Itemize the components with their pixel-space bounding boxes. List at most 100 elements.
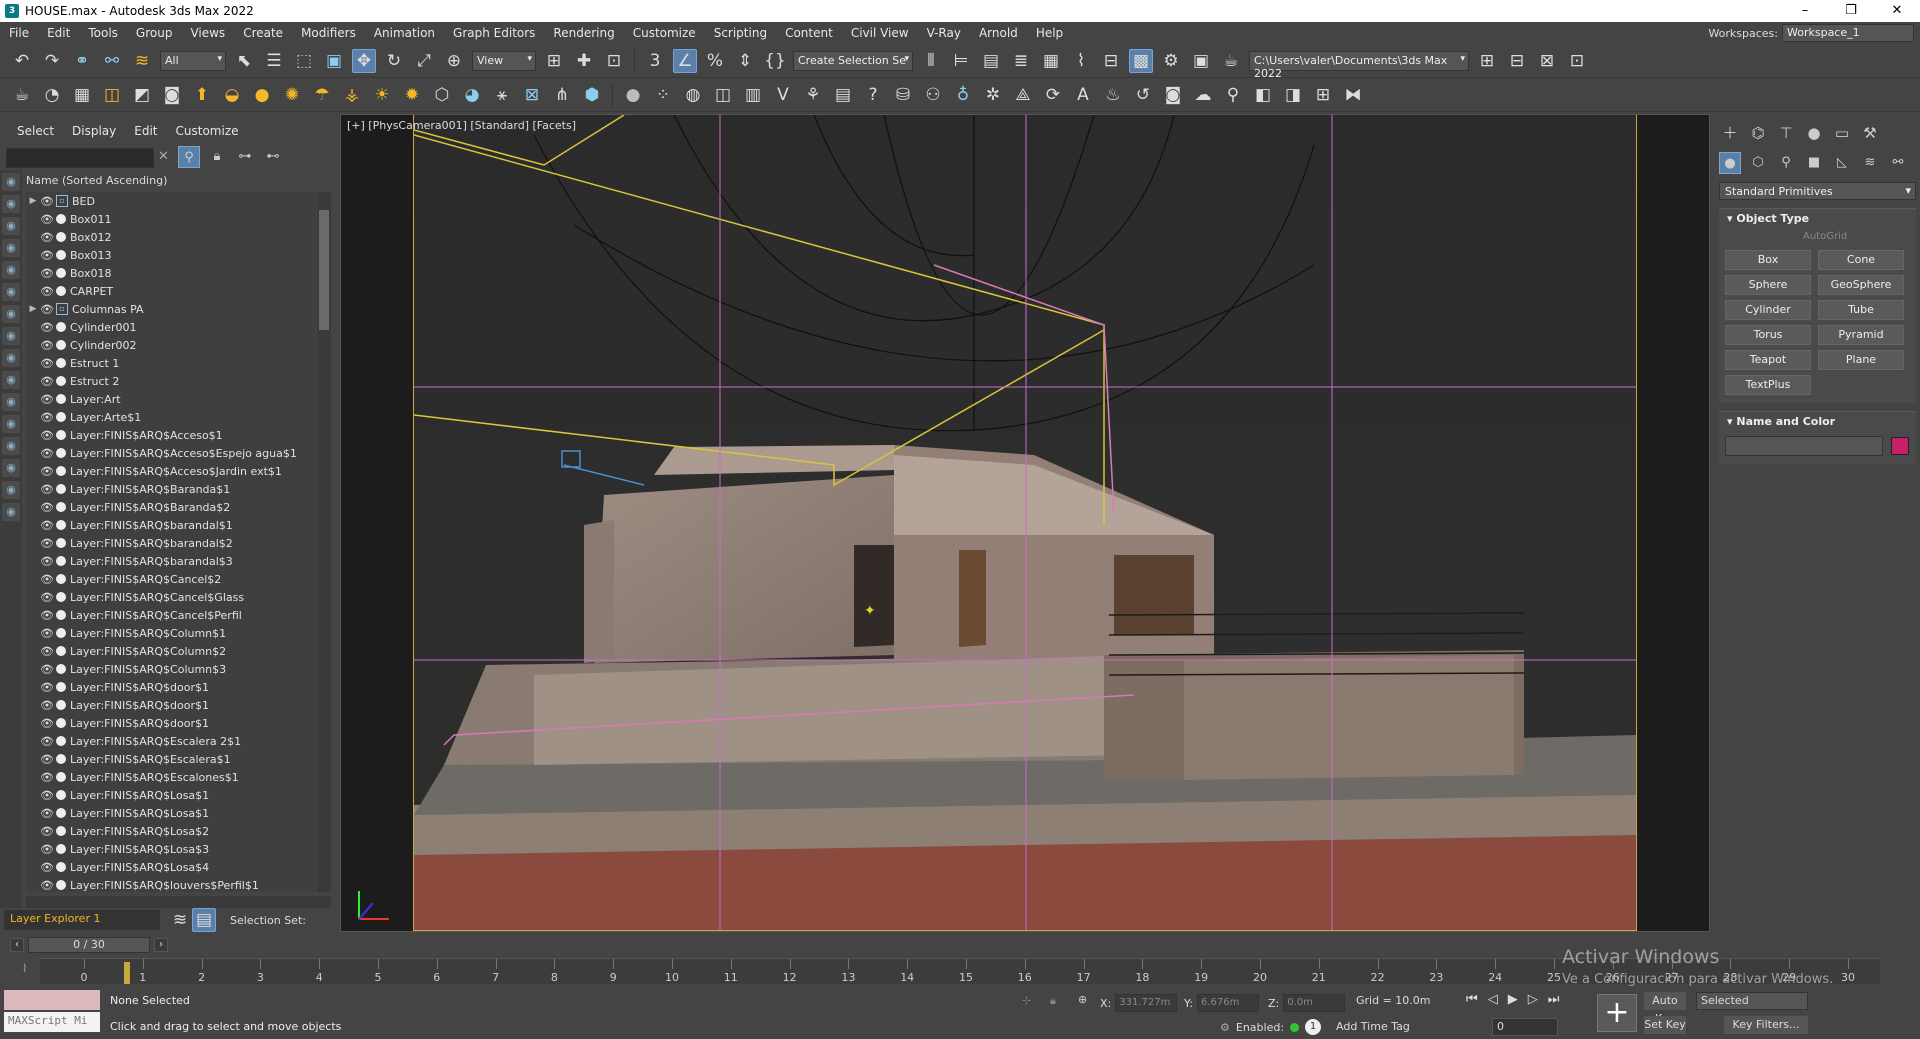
object-name-input[interactable]	[1725, 436, 1883, 456]
degradation-icon[interactable]: ⚙	[1220, 1021, 1230, 1034]
scene-object-row[interactable]: 👁︎ Layer:FINIS$ARQ$Column$1	[26, 624, 316, 642]
undo-icon[interactable]: ↶	[10, 49, 34, 73]
filter-spacewarps-icon[interactable]: ◉	[2, 283, 20, 301]
workspace-dropdown[interactable]: Workspace_1	[1782, 24, 1914, 42]
object-type-title[interactable]: ▾ Object Type	[1719, 209, 1916, 229]
primitive-box-button[interactable]: Box	[1725, 250, 1811, 270]
set-key-button[interactable]: Set Key	[1644, 1016, 1686, 1034]
menu-v-ray[interactable]: V-Ray	[918, 26, 970, 40]
visibility-eye-icon[interactable]: 👁︎	[40, 609, 54, 622]
primitive-geosphere-button[interactable]: GeoSphere	[1818, 275, 1904, 295]
fur-icon[interactable]: ◕	[460, 83, 484, 107]
scene-object-row[interactable]: 👁︎ Layer:Art	[26, 390, 316, 408]
select-move-icon[interactable]: ✥	[352, 48, 376, 73]
cloud-icon[interactable]: ☁	[1191, 83, 1215, 107]
proxy-icon[interactable]: ⬡	[430, 83, 454, 107]
primitives-dropdown[interactable]: Standard Primitives	[1719, 182, 1916, 200]
rotate-obj-icon[interactable]: ↺	[1131, 83, 1155, 107]
visibility-eye-icon[interactable]: 👁︎	[40, 321, 54, 334]
scene-object-row[interactable]: 👁︎ Estruct 2	[26, 372, 316, 390]
select-place-icon[interactable]: ⊕	[442, 49, 466, 73]
scene-object-row[interactable]: 👁︎ Layer:Arte$1	[26, 408, 316, 426]
render-frame-icon[interactable]: ◫	[100, 83, 124, 107]
render-icon[interactable]: ☕	[1219, 49, 1243, 73]
menu-group[interactable]: Group	[127, 26, 182, 40]
set-keys-button[interactable]: +	[1597, 994, 1637, 1032]
autogrid-checkbox[interactable]: AutoGrid	[1719, 229, 1916, 246]
goto-start-icon[interactable]: ⏮	[1466, 992, 1478, 1007]
sphere-icon[interactable]: ●	[621, 83, 645, 107]
scene-object-row[interactable]: 👁︎ Cylinder002	[26, 336, 316, 354]
frame-icon[interactable]: ◧	[1251, 83, 1275, 107]
primitive-cone-button[interactable]: Cone	[1818, 250, 1904, 270]
next-frame-arrow[interactable]: ›	[154, 938, 168, 952]
visibility-eye-icon[interactable]: 👁︎	[40, 825, 54, 838]
visibility-eye-icon[interactable]: 👁︎	[40, 303, 54, 316]
visibility-eye-icon[interactable]: 👁︎	[40, 843, 54, 856]
materials-icon[interactable]: ◍	[681, 83, 705, 107]
filter-cameras-icon[interactable]: ◉	[2, 239, 20, 257]
menu-scripting[interactable]: Scripting	[705, 26, 776, 40]
primitive-torus-button[interactable]: Torus	[1725, 325, 1811, 345]
cameras-icon[interactable]: ■	[1803, 152, 1825, 174]
visibility-eye-icon[interactable]: 👁︎	[40, 591, 54, 604]
visibility-eye-icon[interactable]: 👁︎	[40, 699, 54, 712]
light-icon[interactable]: ⬆	[190, 83, 214, 107]
current-frame-input[interactable]: 0	[1492, 1018, 1558, 1036]
filter-helpers-icon[interactable]: ◉	[2, 261, 20, 279]
layers-icon[interactable]: ◫	[711, 83, 735, 107]
systems-icon[interactable]: ⚯	[1887, 152, 1909, 174]
hierarchy-icon[interactable]: ⊶	[234, 146, 256, 168]
explorer-tab-select[interactable]: Select	[8, 124, 63, 138]
menu-content[interactable]: Content	[776, 26, 842, 40]
y-coord-input[interactable]: 6.676m	[1196, 994, 1259, 1012]
scene-object-row[interactable]: ▶ 👁︎ ▫ Columnas PA	[26, 300, 316, 318]
cycle-icon[interactable]: ⟳	[1041, 83, 1065, 107]
add-time-tag[interactable]: Add Time Tag	[1336, 1020, 1410, 1033]
scene-object-row[interactable]: 👁︎ Layer:FINIS$ARQ$louvers$Perfil$1	[26, 876, 316, 892]
utilities-tab-icon[interactable]: ⚒	[1859, 122, 1881, 144]
material-editor-icon[interactable]: ▩	[1129, 48, 1153, 73]
filter-none-icon[interactable]: ◉	[2, 459, 20, 477]
grid-icon[interactable]: ⊞	[1311, 83, 1335, 107]
ies-icon[interactable]: ⚶	[340, 83, 364, 107]
scene-object-row[interactable]: 👁︎ Layer:FINIS$ARQ$Escalones$1	[26, 768, 316, 786]
close-button[interactable]: ✕	[1874, 0, 1920, 22]
explorer-tab-customize[interactable]: Customize	[167, 124, 248, 138]
schematic-view-icon[interactable]: ⊟	[1099, 49, 1123, 73]
box-icon[interactable]: ▦	[70, 83, 94, 107]
rendered-frame-icon[interactable]: ▣	[1189, 49, 1213, 73]
filter-bones-icon[interactable]: ◉	[2, 349, 20, 367]
scene-object-row[interactable]: 👁︎ Layer:FINIS$ARQ$Cancel$Perfil	[26, 606, 316, 624]
list-scrollbar[interactable]	[317, 192, 331, 892]
align-icon[interactable]: ⊨	[949, 49, 973, 73]
bind-spacewarp-icon[interactable]: ≋	[130, 49, 154, 73]
render-farm-icon[interactable]: ⛁	[891, 83, 915, 107]
skylight-icon[interactable]: ✹	[400, 83, 424, 107]
menu-arnold[interactable]: Arnold	[970, 26, 1027, 40]
visibility-eye-icon[interactable]: 👁︎	[40, 483, 54, 496]
menu-edit[interactable]: Edit	[38, 26, 79, 40]
vray-icon[interactable]: V	[771, 83, 795, 107]
visibility-eye-icon[interactable]: 👁︎	[40, 465, 54, 478]
filter-geometry-icon[interactable]: ◉	[2, 173, 20, 191]
maxscript-mini-listener[interactable]: MAXScript Mi	[4, 1012, 100, 1032]
motion-tab-icon[interactable]: ●	[1803, 122, 1825, 144]
visibility-eye-icon[interactable]: 👁︎	[40, 339, 54, 352]
viewport-label[interactable]: [+] [PhysCamera001] [Standard] [Facets]	[347, 119, 576, 132]
filter-groups-icon[interactable]: ◉	[2, 305, 20, 323]
visibility-eye-icon[interactable]: 👁︎	[40, 735, 54, 748]
menu-graph-editors[interactable]: Graph Editors	[444, 26, 544, 40]
lamp-icon[interactable]: ⚲	[1221, 83, 1245, 107]
flame-icon[interactable]: ♨	[1101, 83, 1125, 107]
filter-all-icon[interactable]: ◉	[2, 437, 20, 455]
menu-help[interactable]: Help	[1027, 26, 1072, 40]
visibility-eye-icon[interactable]: 👁︎	[40, 807, 54, 820]
viewport[interactable]: [+] [PhysCamera001] [Standard] [Facets]	[340, 114, 1710, 932]
menu-tools[interactable]: Tools	[79, 26, 127, 40]
named-selection-dropdown[interactable]: Create Selection Se	[793, 50, 913, 71]
keyboard-shortcut-icon[interactable]: ✚	[572, 49, 596, 73]
isolate-icon[interactable]: ⊹	[1022, 994, 1031, 1007]
scene-object-row[interactable]: 👁︎ Layer:FINIS$ARQ$Escalera 2$1	[26, 732, 316, 750]
visibility-eye-icon[interactable]: 👁︎	[40, 267, 54, 280]
